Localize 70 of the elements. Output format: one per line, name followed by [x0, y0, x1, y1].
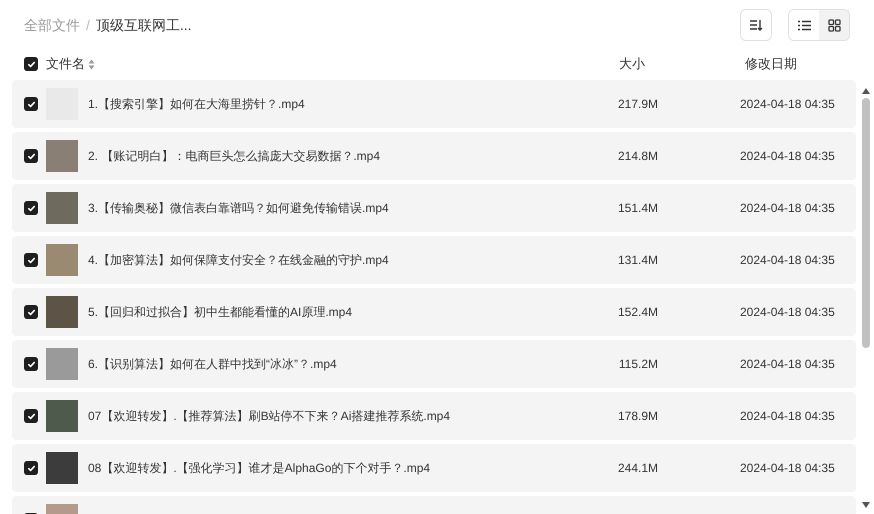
file-size: 214.8M — [616, 148, 658, 165]
file-name: 6.【识别算法】如何在人群中找到“冰冰”？.mp4 — [88, 356, 338, 373]
column-header: 大小 — [619, 55, 646, 74]
checkbox[interactable] — [24, 57, 38, 71]
file-row[interactable]: 5.【回归和过拟合】初中生都能看懂的AI原理.mp4 152.4M 2024-04-18 04:35 — [12, 288, 856, 336]
checkbox[interactable] — [24, 149, 38, 163]
checkmark-icon — [26, 412, 36, 420]
video-thumbnail — [46, 140, 78, 172]
file-size: 244.1M — [616, 460, 658, 477]
breadcrumb-item[interactable]: 顶级互联网工... — [96, 14, 192, 36]
checkmark-icon — [26, 256, 36, 264]
file-name: 08【欢迎转发】.【强化学习】谁才是AlphaGo的下个对手？.mp4 — [88, 460, 432, 477]
column-header[interactable]: 文件名 — [46, 54, 85, 74]
checkmark-icon — [26, 60, 36, 68]
checkbox[interactable] — [24, 97, 38, 111]
checkmark-icon — [26, 152, 36, 160]
video-thumbnail — [46, 296, 78, 328]
modified-date: 2024-04-18 04:35 — [740, 356, 835, 373]
file-size: 152.4M — [616, 304, 658, 321]
checkbox[interactable] — [24, 357, 38, 371]
modified-date: 2024-04-18 04:35 — [740, 304, 835, 321]
file-name: 2. 【账记明白】：电商巨头怎么搞庞大交易数据？.mp4 — [88, 148, 382, 165]
file-row[interactable]: 3.【传输奥秘】微信表白靠谱吗？如何避免传输错误.mp4 151.4M 2024-04-18 04:35 — [12, 184, 856, 232]
modified-date: 2024-04-18 04:35 — [740, 408, 835, 425]
file-row[interactable]: 08【欢迎转发】.【强化学习】谁才是AlphaGo的下个对手？.mp4 244.1M 2024-04-18 04:35 — [12, 444, 856, 492]
file-size: 131.4M — [616, 252, 658, 269]
checkbox[interactable] — [24, 305, 38, 319]
file-row[interactable]: 1.【搜索引擎】如何在大海里捞针？.mp4 217.9M 2024-04-18 04:35 — [12, 80, 856, 128]
scroll-up-icon[interactable] — [862, 88, 870, 94]
sort-button[interactable] — [740, 9, 772, 41]
sort-icon — [749, 18, 763, 32]
file-size: 178.9M — [616, 408, 658, 425]
checkbox[interactable] — [24, 253, 38, 267]
video-thumbnail — [46, 244, 78, 276]
video-thumbnail — [46, 400, 78, 432]
file-row[interactable]: 6.【识别算法】如何在人群中找到“冰冰”？.mp4 115.2M 2024-04-18 04:35 — [12, 340, 856, 388]
breadcrumb-separator: / — [86, 16, 90, 34]
file-name: 1.【搜索引擎】如何在大海里捞针？.mp4 — [88, 96, 306, 113]
file-size: 151.4M — [616, 200, 658, 217]
list-icon — [798, 20, 810, 30]
file-row[interactable]: 4.【加密算法】如何保障支付安全？在线金融的守护.mp4 131.4M 2024-04-18 04:35 — [12, 236, 856, 284]
checkmark-icon — [26, 360, 36, 368]
modified-date: 2024-04-18 04:35 — [740, 252, 835, 269]
sort-arrows-icon — [88, 58, 95, 70]
checkmark-icon — [26, 308, 36, 316]
modified-date: 2024-04-18 04:35 — [740, 96, 835, 113]
video-thumbnail — [46, 348, 78, 380]
grid-view-button[interactable] — [819, 10, 849, 40]
file-size: 217.9M — [616, 96, 658, 113]
checkbox[interactable] — [24, 461, 38, 475]
grid-icon — [828, 18, 840, 32]
file-row[interactable]: 07【欢迎转发】.【推荐算法】刷B站停不下来？Ai搭建推荐系统.mp4 178.9M 2024-04-18 04:35 — [12, 392, 856, 440]
modified-date: 2024-04-18 04:35 — [740, 200, 835, 217]
file-name: 07【欢迎转发】.【推荐算法】刷B站停不下来？Ai搭建推荐系统.mp4 — [88, 408, 452, 425]
modified-date: 2024-04-18 04:35 — [740, 148, 835, 165]
checkmark-icon — [26, 100, 36, 108]
checkmark-icon — [26, 464, 36, 472]
file-size: 115.2M — [618, 356, 658, 373]
file-name: 3.【传输奥秘】微信表白靠谱吗？如何避免传输错误.mp4 — [88, 200, 390, 217]
file-row[interactable]: 2. 【账记明白】：电商巨头怎么搞庞大交易数据？.mp4 214.8M 2024-04-18 04:35 — [12, 132, 856, 180]
checkbox[interactable] — [24, 409, 38, 423]
checkmark-icon — [26, 204, 36, 212]
column-header: 修改日期 — [745, 55, 797, 74]
file-name: 4.【加密算法】如何保障支付安全？在线金融的守护.mp4 — [88, 252, 390, 269]
scroll-down-icon[interactable] — [862, 502, 870, 508]
video-thumbnail — [46, 452, 78, 484]
video-thumbnail — [46, 192, 78, 224]
checkbox[interactable] — [24, 201, 38, 215]
modified-date: 2024-04-18 04:35 — [740, 460, 835, 477]
file-name: 5.【回归和过拟合】初中生都能看懂的AI原理.mp4 — [88, 304, 354, 321]
